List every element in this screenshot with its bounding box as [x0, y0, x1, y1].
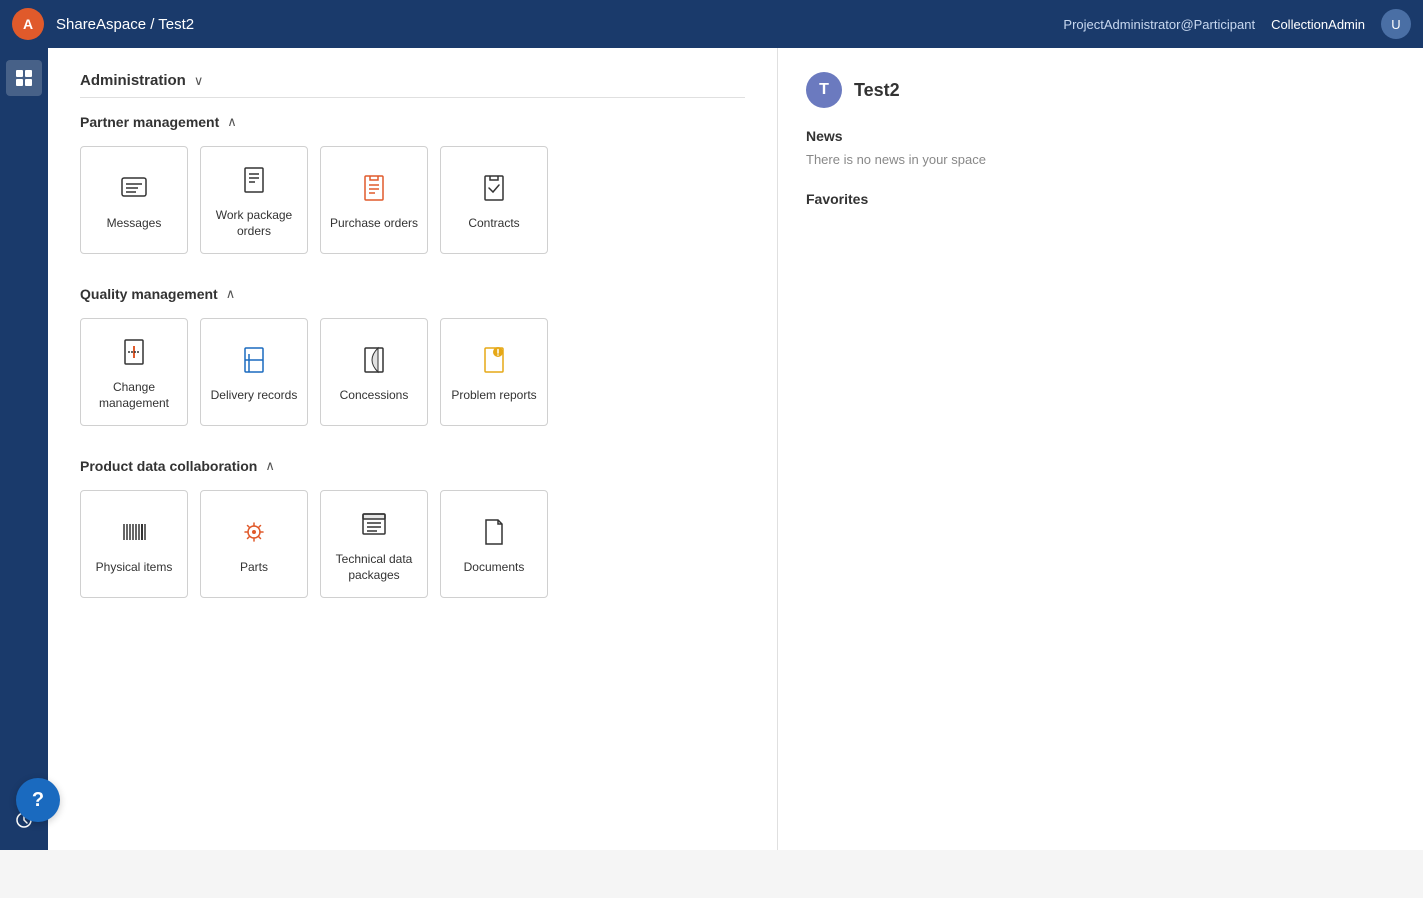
problem-reports-card[interactable]: Problem reports: [440, 318, 548, 426]
administration-section-header: Administration ∨: [80, 72, 745, 98]
partner-management-chevron[interactable]: ∧: [227, 114, 237, 130]
messages-label: Messages: [107, 216, 162, 232]
work-package-orders-card[interactable]: Work package orders: [200, 146, 308, 254]
technical-data-packages-icon: [354, 504, 394, 544]
parts-card[interactable]: Parts: [200, 490, 308, 598]
product-data-section: Product data collaboration ∧: [80, 458, 745, 598]
administration-title: Administration: [80, 72, 186, 89]
purchase-orders-card[interactable]: Purchase orders: [320, 146, 428, 254]
contracts-card[interactable]: Contracts: [440, 146, 548, 254]
top-navigation: A ShareAspace / Test2 ProjectAdministrat…: [0, 0, 1423, 48]
admin-role: CollectionAdmin: [1271, 17, 1365, 32]
favorites-section: Favorites: [806, 191, 1170, 207]
favorites-title: Favorites: [806, 191, 1170, 207]
change-management-label: Change management: [89, 380, 179, 411]
contracts-icon: [474, 168, 514, 208]
contracts-label: Contracts: [468, 216, 519, 232]
news-empty-message: There is no news in your space: [806, 152, 1170, 167]
concessions-icon: [354, 340, 394, 380]
quality-management-chevron[interactable]: ∧: [226, 286, 236, 302]
news-section: News There is no news in your space: [806, 128, 1170, 167]
technical-data-packages-label: Technical data packages: [329, 552, 419, 583]
documents-card[interactable]: Documents: [440, 490, 548, 598]
quality-management-header: Quality management ∧: [80, 286, 745, 302]
work-package-orders-icon: [234, 160, 274, 200]
main-content: Administration ∨ Partner management ∧: [48, 48, 1423, 850]
quality-management-section: Quality management ∧ Change management: [80, 286, 745, 426]
topnav-right: ProjectAdministrator@Participant Collect…: [1063, 9, 1411, 39]
documents-icon: [474, 512, 514, 552]
right-panel: T Test2 News There is no news in your sp…: [778, 48, 1198, 850]
news-title: News: [806, 128, 1170, 144]
technical-data-packages-card[interactable]: Technical data packages: [320, 490, 428, 598]
administration-chevron[interactable]: ∨: [194, 73, 204, 89]
problem-reports-label: Problem reports: [451, 388, 536, 404]
user-avatar[interactable]: U: [1381, 9, 1411, 39]
help-button[interactable]: ?: [16, 778, 60, 822]
partner-management-section: Partner management ∧ Messages: [80, 114, 745, 254]
product-data-chevron[interactable]: ∧: [265, 458, 275, 474]
quality-management-cards: Change management Delivery records: [80, 318, 745, 426]
concessions-card[interactable]: Concessions: [320, 318, 428, 426]
physical-items-label: Physical items: [96, 560, 173, 576]
project-header: T Test2: [806, 72, 1170, 108]
quality-management-title: Quality management: [80, 286, 218, 302]
parts-icon: [234, 512, 274, 552]
product-data-title: Product data collaboration: [80, 458, 257, 474]
purchase-orders-icon: [354, 168, 394, 208]
problem-reports-icon: [474, 340, 514, 380]
delivery-records-card[interactable]: Delivery records: [200, 318, 308, 426]
app-title: ShareAspace / Test2: [56, 16, 194, 33]
change-management-card[interactable]: Change management: [80, 318, 188, 426]
partner-management-cards: Messages Work package orders: [80, 146, 745, 254]
left-panel: Administration ∨ Partner management ∧: [48, 48, 778, 850]
messages-card[interactable]: Messages: [80, 146, 188, 254]
product-data-cards: Physical items Parts: [80, 490, 745, 598]
change-management-icon: [114, 332, 154, 372]
concessions-label: Concessions: [340, 388, 409, 404]
physical-items-icon: [114, 512, 154, 552]
product-data-header: Product data collaboration ∧: [80, 458, 745, 474]
partner-management-header: Partner management ∧: [80, 114, 745, 130]
partner-management-title: Partner management: [80, 114, 219, 130]
delivery-records-label: Delivery records: [211, 388, 298, 404]
topnav-left: A ShareAspace / Test2: [12, 8, 194, 40]
app-logo[interactable]: A: [12, 8, 44, 40]
work-package-orders-label: Work package orders: [209, 208, 299, 239]
delivery-records-icon: [234, 340, 274, 380]
grid-view-icon[interactable]: [6, 60, 42, 96]
current-user: ProjectAdministrator@Participant: [1063, 17, 1255, 32]
parts-label: Parts: [240, 560, 268, 576]
physical-items-card[interactable]: Physical items: [80, 490, 188, 598]
documents-label: Documents: [464, 560, 525, 576]
purchase-orders-label: Purchase orders: [330, 216, 418, 232]
messages-icon: [114, 168, 154, 208]
project-name: Test2: [854, 80, 900, 101]
project-avatar: T: [806, 72, 842, 108]
left-sidebar: [0, 48, 48, 850]
